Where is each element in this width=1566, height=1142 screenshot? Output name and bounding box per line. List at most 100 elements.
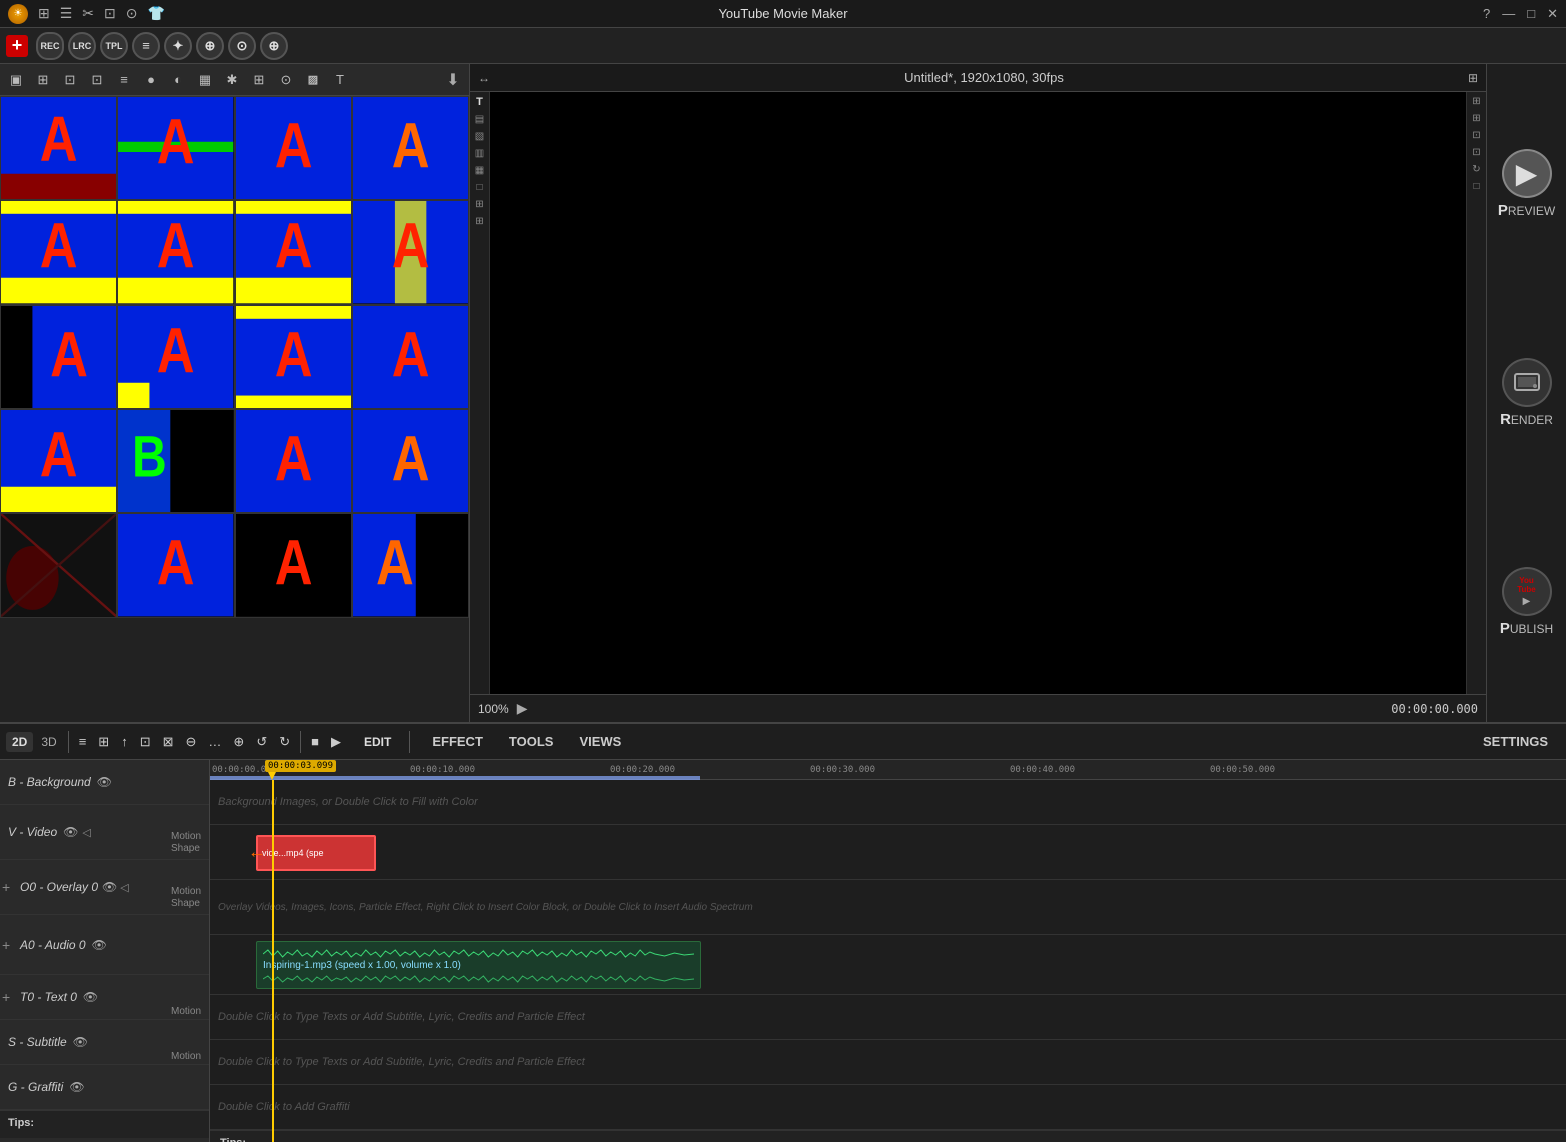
- media-btn-8[interactable]: ▦: [193, 68, 217, 92]
- media-btn-13[interactable]: T: [328, 68, 352, 92]
- audio0-eye-icon[interactable]: 👁: [92, 938, 107, 952]
- media-cell-4[interactable]: A: [352, 96, 469, 200]
- lrc-button[interactable]: LRC: [68, 32, 96, 60]
- media-cell-16[interactable]: A: [352, 409, 469, 513]
- effect-icon-1[interactable]: ▤: [475, 114, 484, 125]
- media-btn-11[interactable]: ⊙: [274, 68, 298, 92]
- video-clip[interactable]: vide...mp4 (spe: [256, 835, 376, 871]
- media-cell-9[interactable]: A: [0, 305, 117, 409]
- media-cell-6[interactable]: A: [117, 200, 234, 304]
- split-icon[interactable]: ⊡: [104, 5, 116, 22]
- media-cell-3[interactable]: A: [235, 96, 352, 200]
- video-eye-icon[interactable]: 👁: [63, 825, 78, 839]
- tab-tools[interactable]: TOOLS: [497, 730, 566, 753]
- subtitle-eye-icon[interactable]: 👁: [73, 1035, 88, 1049]
- tpl-button[interactable]: TPL: [100, 32, 128, 60]
- right-tool-2[interactable]: ⊞: [1472, 113, 1480, 124]
- tl-edit-btn[interactable]: EDIT: [356, 732, 399, 752]
- media-cell-17[interactable]: [0, 513, 117, 617]
- tl-split-btn[interactable]: ⊠: [158, 731, 179, 753]
- media-download-icon[interactable]: ⬇: [441, 68, 465, 92]
- new-icon[interactable]: ⊞: [38, 5, 50, 22]
- media-cell-19[interactable]: A: [235, 513, 352, 617]
- cut-icon[interactable]: ✂: [82, 5, 94, 22]
- effect-icon-3[interactable]: ▥: [475, 148, 484, 159]
- media-btn-10[interactable]: ⊞: [247, 68, 271, 92]
- user-button[interactable]: ⊕: [260, 32, 288, 60]
- media-cell-13[interactable]: A: [0, 409, 117, 513]
- media-btn-5[interactable]: ≡: [112, 68, 136, 92]
- media-cell-12[interactable]: A: [352, 305, 469, 409]
- overlay0-eye-icon[interactable]: 👁: [102, 880, 117, 894]
- media-cell-5[interactable]: A: [0, 200, 117, 304]
- track-row-graffiti[interactable]: Double Click to Add Graffiti: [210, 1085, 1566, 1130]
- tl-grid-btn[interactable]: ⊞: [93, 731, 114, 753]
- add-button[interactable]: +: [6, 35, 28, 57]
- tl-box-btn[interactable]: ⊡: [135, 731, 156, 753]
- track-row-text0[interactable]: Double Click to Type Texts or Add Subtit…: [210, 995, 1566, 1040]
- tl-plus-btn[interactable]: ⊕: [228, 731, 249, 753]
- tab-settings[interactable]: SETTINGS: [1471, 730, 1560, 753]
- right-tool-1[interactable]: ⊞: [1472, 96, 1480, 107]
- right-tool-6[interactable]: □: [1473, 181, 1479, 192]
- play-icon[interactable]: ▶: [517, 700, 528, 717]
- tl-stop-btn[interactable]: ■: [306, 731, 324, 752]
- media-cell-7[interactable]: A: [235, 200, 352, 304]
- rec-button[interactable]: REC: [36, 32, 64, 60]
- track-row-audio0[interactable]: Inspiring-1.mp3 (speed x 1.00, volume x …: [210, 935, 1566, 995]
- effect-icon-2[interactable]: ▧: [475, 131, 484, 142]
- shirt-icon[interactable]: 👕: [148, 5, 165, 22]
- effect-icon-5[interactable]: □: [476, 182, 482, 193]
- media-btn-7[interactable]: ◐: [166, 68, 190, 92]
- timeline-tracks-area[interactable]: 00:00:00.000 00:00:10.000 00:00:20.000 0…: [210, 760, 1566, 1142]
- audio-add-icon[interactable]: +: [2, 937, 10, 953]
- minimize-btn[interactable]: —: [1502, 6, 1515, 22]
- close-btn[interactable]: ✕: [1547, 6, 1558, 22]
- tl-redo-btn[interactable]: ↻: [274, 731, 295, 753]
- media-btn-6[interactable]: ●: [139, 68, 163, 92]
- search-icon[interactable]: ⊙: [126, 5, 138, 22]
- media-cell-20[interactable]: A: [352, 513, 469, 617]
- media-cell-14[interactable]: B: [117, 409, 234, 513]
- text0-eye-icon[interactable]: 👁: [83, 990, 98, 1004]
- list-button[interactable]: ≡: [132, 32, 160, 60]
- right-tool-4[interactable]: ⊡: [1472, 147, 1480, 158]
- track-row-overlay0[interactable]: Overlay Videos, Images, Icons, Particle …: [210, 880, 1566, 935]
- tl-3d-btn[interactable]: 3D: [35, 732, 62, 752]
- media-cell-11[interactable]: A: [235, 305, 352, 409]
- media-cell-10[interactable]: A: [117, 305, 234, 409]
- right-tool-5[interactable]: ↻: [1472, 164, 1480, 175]
- tl-minus-btn[interactable]: ⊖: [181, 731, 202, 753]
- track-row-video[interactable]: vide...mp4 (spe ←: [210, 825, 1566, 880]
- media-cell-18[interactable]: A: [117, 513, 234, 617]
- media-btn-1[interactable]: ▣: [4, 68, 28, 92]
- video-lock-icon[interactable]: ◁: [82, 826, 90, 839]
- preview-action[interactable]: ▶ PREVIEW: [1492, 149, 1562, 219]
- tl-play-btn[interactable]: ▶: [326, 731, 346, 753]
- track-row-subtitle[interactable]: Double Click to Type Texts or Add Subtit…: [210, 1040, 1566, 1085]
- right-tool-3[interactable]: ⊡: [1472, 130, 1480, 141]
- render-action[interactable]: RENDER: [1492, 358, 1562, 428]
- media-btn-12[interactable]: ▨: [301, 68, 325, 92]
- media-cell-8[interactable]: A: [352, 200, 469, 304]
- help-btn[interactable]: ?: [1483, 6, 1490, 22]
- overlay0-lock-icon[interactable]: ◁: [120, 881, 128, 894]
- graffiti-eye-icon[interactable]: 👁: [69, 1080, 84, 1094]
- media-btn-4[interactable]: ⊡: [85, 68, 109, 92]
- circle-button[interactable]: ⊕: [196, 32, 224, 60]
- eye-button[interactable]: ⊙: [228, 32, 256, 60]
- effect-icon-6[interactable]: ⊞: [475, 199, 483, 210]
- gear-button[interactable]: ✦: [164, 32, 192, 60]
- media-btn-3[interactable]: ⊡: [58, 68, 82, 92]
- media-btn-2[interactable]: ⊞: [31, 68, 55, 92]
- tab-views[interactable]: VIEWS: [567, 730, 633, 753]
- maximize-btn[interactable]: □: [1527, 6, 1535, 22]
- media-cell-1[interactable]: A: [0, 96, 117, 200]
- tl-list-btn[interactable]: ≡: [74, 731, 92, 752]
- panel-icon[interactable]: ☰: [60, 5, 73, 22]
- tl-up-btn[interactable]: ↑: [116, 731, 133, 752]
- effect-icon-7[interactable]: ⊞: [475, 216, 483, 227]
- timeline-ruler[interactable]: 00:00:00.000 00:00:10.000 00:00:20.000 0…: [210, 760, 1566, 780]
- tl-2d-btn[interactable]: 2D: [6, 732, 33, 752]
- publish-action[interactable]: You Tube ▶ PUBLISH: [1492, 567, 1562, 637]
